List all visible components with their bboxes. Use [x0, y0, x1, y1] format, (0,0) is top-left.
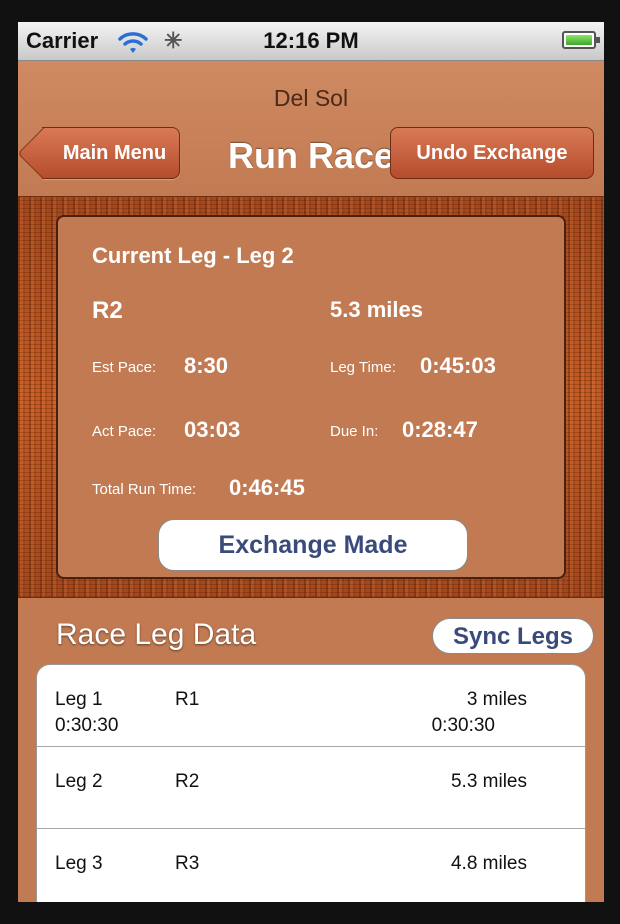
- phone-screen: Carrier ✳ 12:16 PM Del Sol Run Race Main…: [18, 22, 604, 902]
- leg-runner: R2: [175, 771, 200, 792]
- leg-distance: 4.8 miles: [450, 853, 527, 874]
- status-time: 12:16 PM: [263, 28, 359, 53]
- est-pace-label: Est Pace:: [92, 359, 157, 376]
- sync-legs-button[interactable]: Sync Legs: [432, 618, 594, 654]
- undo-exchange-button[interactable]: Undo Exchange: [390, 127, 594, 179]
- leg-name: Leg 3: [55, 853, 103, 874]
- exchange-made-button[interactable]: Exchange Made: [158, 519, 468, 571]
- wood-panel: Current Leg - Leg 2 R2 5.3 miles Est Pac…: [18, 196, 604, 598]
- leg-runner: R1: [175, 689, 200, 710]
- leg-runner: R3: [175, 853, 200, 874]
- main-menu-label: Main Menu: [62, 142, 167, 164]
- status-bar: Carrier ✳ 12:16 PM: [18, 22, 604, 61]
- leg-distance: 5.3 miles: [450, 771, 527, 792]
- race-name: Del Sol: [273, 85, 349, 111]
- current-distance: 5.3 miles: [330, 297, 423, 322]
- leg-name: Leg 1: [55, 689, 103, 710]
- total-run-time-value: 0:46:45: [229, 475, 305, 500]
- table-row[interactable]: Leg 1 R1 3 miles 0:30:30 0:30:30: [37, 665, 585, 747]
- est-pace-value: 8:30: [184, 353, 229, 378]
- navigation-bar: Del Sol Run Race Main Menu Undo Exchange: [18, 61, 604, 196]
- main-menu-button[interactable]: Main Menu: [42, 127, 180, 179]
- leg-name: Leg 2: [55, 771, 103, 792]
- total-run-time-label: Total Run Time:: [92, 481, 197, 498]
- battery-icon: [562, 31, 600, 49]
- act-pace-value: 03:03: [184, 417, 241, 442]
- current-leg-heading: Current Leg - Leg 2: [92, 243, 294, 268]
- leg-time-left: 0:30:30: [55, 715, 119, 736]
- leg-time-label: Leg Time:: [330, 359, 396, 376]
- leg-distance: 3 miles: [466, 689, 527, 710]
- leg-table: Leg 1 R1 3 miles 0:30:30 0:30:30 Leg 2 R…: [36, 664, 586, 902]
- leg-data-title: Race Leg Data: [56, 618, 257, 651]
- leg-time-value: 0:45:03: [420, 353, 496, 378]
- due-in-value: 0:28:47: [402, 417, 478, 442]
- leg-time-right: 0:30:30: [431, 715, 495, 736]
- table-row[interactable]: Leg 2 R2 5.3 miles: [37, 747, 585, 829]
- table-row[interactable]: Leg 3 R3 4.8 miles: [37, 829, 585, 902]
- current-runner: R2: [92, 297, 123, 324]
- due-in-label: Due In:: [330, 423, 379, 440]
- current-leg-card: Current Leg - Leg 2 R2 5.3 miles Est Pac…: [56, 215, 566, 579]
- act-pace-label: Act Pace:: [92, 423, 157, 440]
